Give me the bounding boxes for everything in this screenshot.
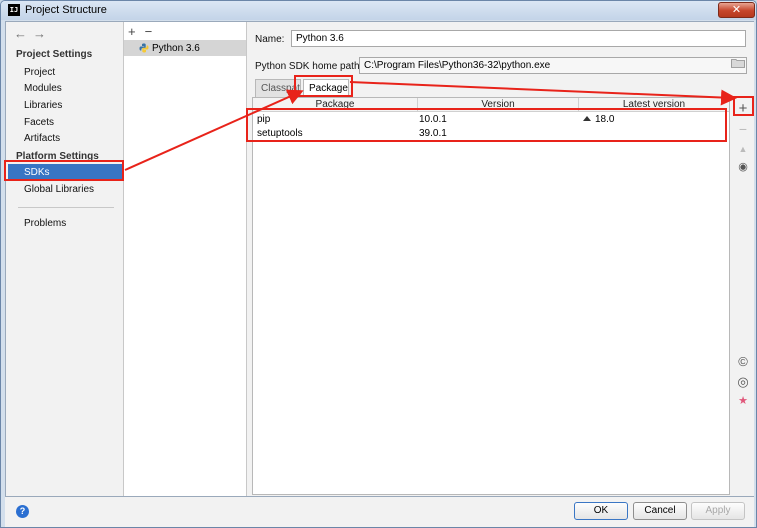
sdk-item-label: Python 3.6 [152,43,200,54]
help-icon[interactable]: ? [16,505,29,518]
table-row[interactable]: setuptools 39.0.1 [253,128,729,141]
add-sdk-button[interactable]: + [128,24,145,39]
sdk-name-field[interactable]: Python 3.6 [291,30,746,47]
uninstall-package-button[interactable]: − [733,121,753,137]
packages-table-header: Package Version Latest version [253,98,729,112]
remove-sdk-button[interactable]: − [145,24,162,39]
install-package-button[interactable]: + [733,101,753,117]
nav-item-sdks-label: SDKs [24,167,50,178]
package-latest-cell: 18.0 [583,114,614,125]
nav-item-global-libraries[interactable]: Global Libraries [24,184,94,195]
show-early-releases-icon[interactable]: ◉ [733,159,753,175]
sdk-home-path-label: Python SDK home path: [255,61,363,72]
browse-folder-icon[interactable] [731,58,745,68]
tab-classpath[interactable]: Classpath [255,79,301,97]
packages-table: Package Version Latest version pip 10.0.… [252,97,730,495]
nav-divider [18,207,114,208]
apply-button[interactable]: Apply [691,502,745,520]
packages-side-toolbar: + − ▲ ◉ © ◎ ★ [733,97,753,495]
sdk-list-toolbar: +− [128,24,161,39]
tab-packages[interactable]: Packages [303,79,349,97]
platform-settings-heading: Platform Settings [16,151,99,162]
nav-item-sdks[interactable]: SDKs [8,164,123,181]
cancel-button[interactable]: Cancel [633,502,687,520]
star-icon[interactable]: ★ [733,393,753,409]
back-arrow-icon[interactable]: ← [14,26,33,41]
project-settings-heading: Project Settings [16,49,93,60]
column-header-version[interactable]: Version [418,99,578,110]
sdk-home-path-field[interactable]: C:\Program Files\Python36-32\python.exe [359,57,747,74]
conda-icon[interactable]: © [733,354,753,370]
forward-arrow-icon[interactable]: → [33,26,52,41]
sdk-detail-panel: Name: Python 3.6 Python SDK home path: C… [248,22,754,496]
dialog-footer: ? OK Cancel Apply [5,497,754,527]
sdk-list-panel: +− Python 3.6 [124,22,247,496]
package-version-cell: 10.0.1 [419,114,447,125]
nav-item-modules[interactable]: Modules [24,83,62,94]
name-label: Name: [255,34,285,45]
dialog-content: ←→ Project Settings Project Modules Libr… [5,21,754,497]
upgrade-package-button[interactable]: ▲ [733,141,753,157]
sdk-item-python[interactable]: Python 3.6 [124,40,246,56]
nav-item-libraries[interactable]: Libraries [24,100,62,111]
project-structure-window: IJ Project Structure ✕ ←→ Project Settin… [0,0,757,528]
column-header-package[interactable]: Package [253,99,417,110]
options-icon[interactable]: ◎ [733,374,753,390]
title-bar: IJ Project Structure ✕ [1,1,756,20]
window-title: Project Structure [25,4,107,16]
package-latest-value: 18.0 [595,114,615,125]
upgrade-available-icon [583,116,591,121]
nav-history: ←→ [14,26,52,41]
package-name-cell: setuptools [257,128,303,139]
python-icon [139,43,149,53]
package-name-cell: pip [257,114,271,125]
ok-button[interactable]: OK [574,502,628,520]
nav-item-facets[interactable]: Facets [24,117,54,128]
intellij-app-icon: IJ [8,4,20,16]
nav-item-problems[interactable]: Problems [24,218,66,229]
nav-item-artifacts[interactable]: Artifacts [24,133,60,144]
table-row[interactable]: pip 10.0.1 18.0 [253,114,729,127]
column-header-latest-version[interactable]: Latest version [579,99,729,110]
close-button[interactable]: ✕ [718,2,755,18]
nav-item-project[interactable]: Project [24,67,55,78]
left-navigation: ←→ Project Settings Project Modules Libr… [6,22,124,496]
package-version-cell: 39.0.1 [419,128,447,139]
